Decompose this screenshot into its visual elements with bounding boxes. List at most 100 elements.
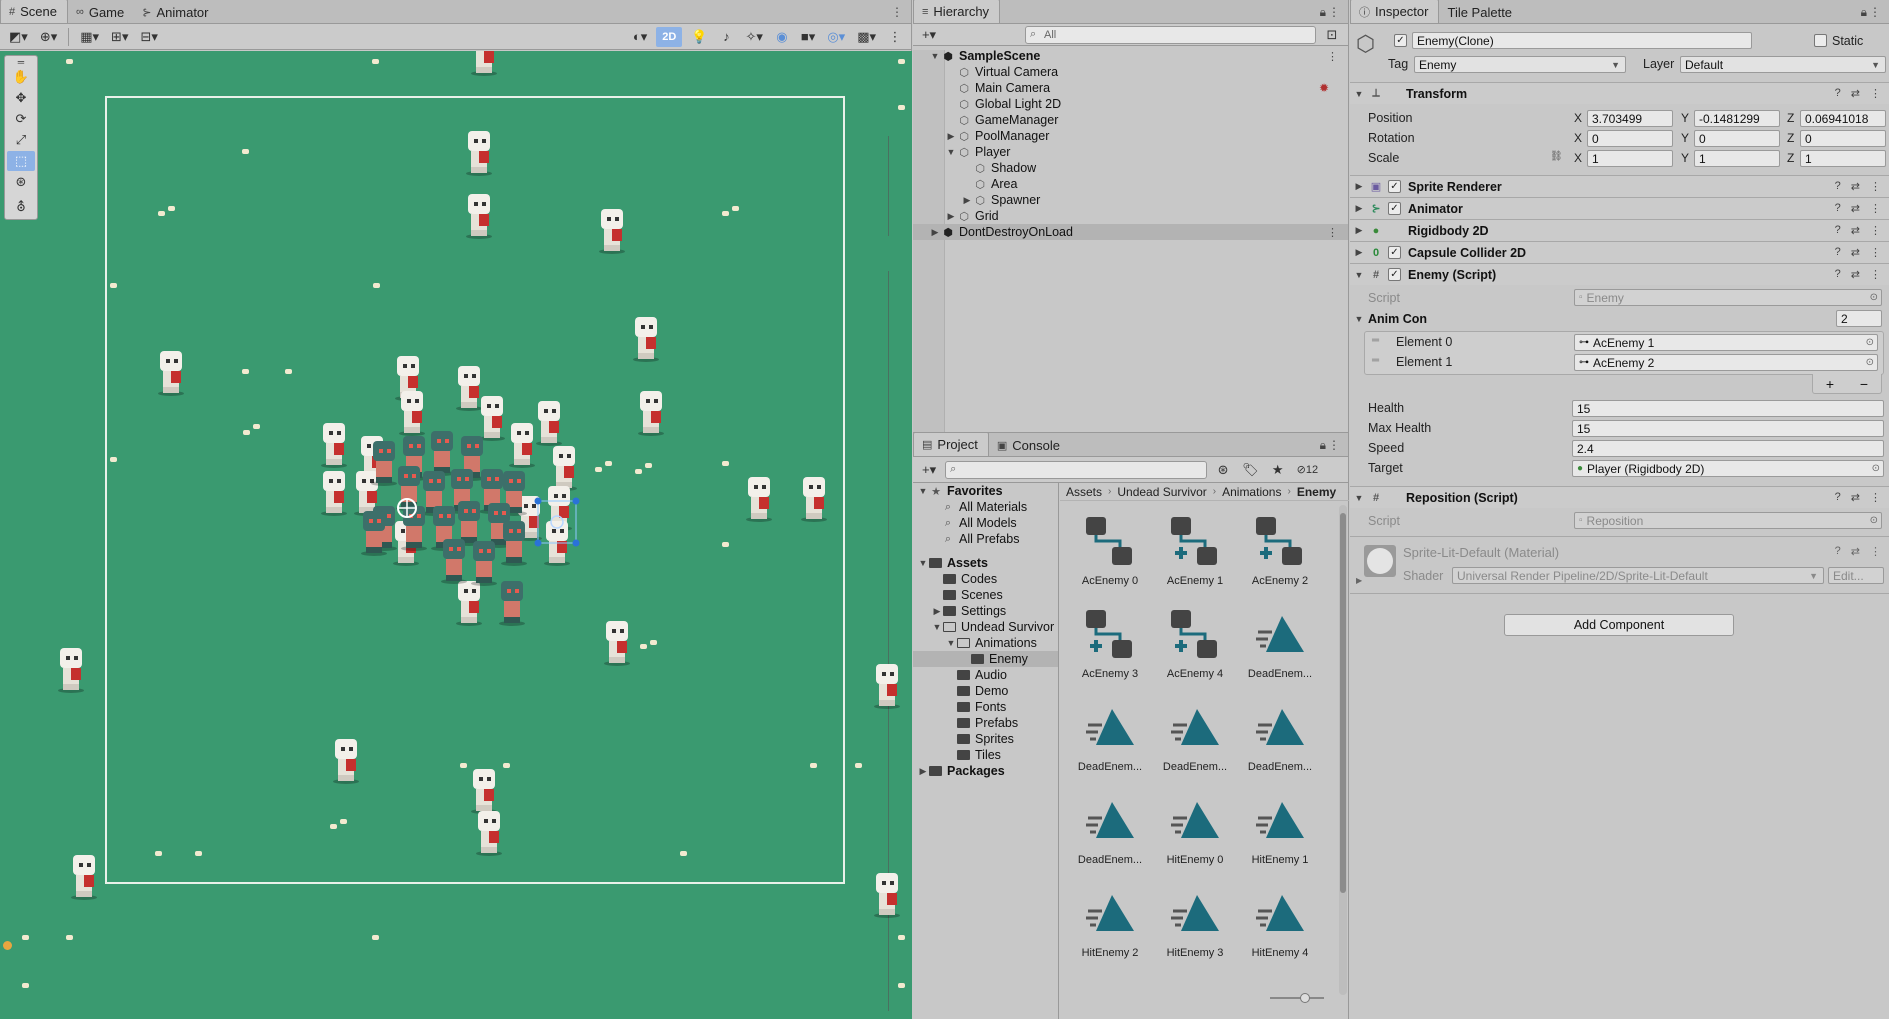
tag-dropdown[interactable]: Enemy ▼ — [1414, 56, 1626, 73]
row-menu-icon[interactable]: ⋮ — [1327, 50, 1338, 63]
hierarchy-item[interactable]: ▶ ⬡ PoolManager — [913, 128, 1348, 144]
scene-viewport[interactable]: ═ ✋ ✥ ⟳ ⤢ ⬚ ⊛ ⛢ — [0, 51, 912, 1019]
component-menu-icon[interactable]: ⋮ — [1870, 224, 1881, 237]
hierarchy-item[interactable]: ⬡ Main Camera ✹ — [913, 80, 1348, 96]
expand-icon[interactable]: ▶ — [917, 766, 929, 777]
tab-tile-palette[interactable]: Tile Palette — [1439, 1, 1522, 23]
folder-item[interactable]: Demo — [913, 683, 1058, 699]
expand-icon[interactable]: ▼ — [917, 558, 929, 568]
skeleton-sprite[interactable] — [535, 401, 563, 446]
preset-icon[interactable]: ⇄ — [1851, 268, 1860, 281]
hand-tool-icon[interactable]: ✋ — [7, 67, 35, 87]
preset-icon[interactable]: ⇄ — [1851, 246, 1860, 259]
component-menu-icon[interactable]: ⋮ — [1870, 180, 1881, 193]
asset-item[interactable] — [1153, 974, 1237, 988]
packages-row[interactable]: ▶ Packages — [913, 763, 1058, 779]
scale-tool-icon[interactable]: ⤢ — [7, 130, 35, 150]
expand-icon[interactable]: ▶ — [1350, 247, 1368, 258]
folder-item[interactable]: Scenes — [913, 587, 1058, 603]
remove-element-button[interactable]: − — [1860, 376, 1868, 392]
skeleton-sprite[interactable] — [332, 739, 360, 784]
preset-icon[interactable]: ⇄ — [1851, 224, 1860, 237]
expand-icon[interactable]: ▼ — [1350, 270, 1368, 280]
skeleton-sprite[interactable] — [465, 194, 493, 239]
component-header[interactable]: ▶ ● Rigidbody 2D? ⇄ ⋮ — [1350, 219, 1889, 241]
folder-item[interactable]: Fonts — [913, 699, 1058, 715]
asset-item[interactable]: DeadEnem... — [1068, 788, 1152, 877]
skeleton-sprite[interactable] — [70, 855, 98, 900]
folder-item[interactable]: Sprites — [913, 731, 1058, 747]
expand-icon[interactable]: ▶ — [1350, 181, 1368, 192]
enabled-checkbox[interactable]: ✓ — [1388, 268, 1401, 281]
more-icon[interactable]: ⋮ — [1328, 5, 1340, 19]
help-icon[interactable]: ? — [1835, 246, 1841, 259]
component-header[interactable]: ▶ ▣ ✓ Sprite Renderer? ⇄ ⋮ — [1350, 175, 1889, 197]
more-icon[interactable]: ⋮ — [1869, 5, 1881, 19]
tab-hierarchy[interactable]: ≡ Hierarchy — [913, 0, 1001, 23]
expand-icon[interactable]: ▼ — [931, 622, 943, 632]
selection-gizmo[interactable] — [395, 471, 595, 571]
max-health-field[interactable]: 15 — [1572, 420, 1884, 437]
asset-scrollbar[interactable] — [1339, 505, 1347, 995]
axis-x-label[interactable]: X — [1574, 111, 1582, 125]
element-field[interactable]: ⊶ AcEnemy 2 ⊙ — [1574, 354, 1878, 371]
tab-inspector[interactable]: ⓘ Inspector — [1350, 0, 1440, 23]
slider-handle[interactable] — [1300, 993, 1310, 1003]
skeleton-sprite[interactable] — [455, 581, 483, 626]
folder-item[interactable]: Tiles — [913, 747, 1058, 763]
expand-icon[interactable]: ▶ — [945, 211, 957, 222]
expand-icon[interactable]: ▼ — [1350, 314, 1368, 324]
tab-game[interactable]: ∞ Game — [68, 1, 134, 23]
skeleton-sprite[interactable] — [320, 471, 348, 516]
hierarchy-item[interactable]: ⬡ Virtual Camera — [913, 64, 1348, 80]
rotate-tool-icon[interactable]: ⟳ — [7, 109, 35, 129]
asset-item[interactable]: AcEnemy 0 — [1068, 509, 1152, 598]
health-field[interactable]: 15 — [1572, 400, 1884, 417]
transform-header[interactable]: ▼ ⟂ Transform ? ⇄ ⋮ — [1350, 82, 1889, 104]
asset-item[interactable]: DeadEnem... — [1238, 695, 1322, 784]
hierarchy-item[interactable]: ▼ ⬡ Player — [913, 144, 1348, 160]
hidden-objects-icon[interactable]: ◉ — [772, 27, 792, 47]
asset-item[interactable]: HitEnemy 2 — [1068, 881, 1152, 970]
lock-icon[interactable]: 🔒︎ — [1320, 5, 1326, 20]
hierarchy-item[interactable]: ⬡ Shadow — [913, 160, 1348, 176]
folder-item[interactable]: Audio — [913, 667, 1058, 683]
transform-tool-icon[interactable]: ⊛ — [7, 172, 35, 192]
favorite-item[interactable]: ⌕ All Models — [913, 515, 1058, 531]
help-icon[interactable]: ? — [1835, 87, 1841, 100]
skeleton-sprite[interactable] — [57, 648, 85, 693]
favorite-item[interactable]: ⌕ All Prefabs — [913, 531, 1058, 547]
help-icon[interactable]: ? — [1835, 202, 1841, 215]
scene-menu-icon[interactable]: ⋮ — [885, 27, 905, 47]
skeleton-sprite[interactable] — [873, 664, 901, 709]
target-field[interactable]: ● Player (Rigidbody 2D) ⊙ — [1572, 460, 1884, 477]
expand-icon[interactable]: ▶ — [961, 195, 973, 206]
reposition-script-header[interactable]: ▼ # Reposition (Script) ? ⇄ ⋮ — [1350, 486, 1889, 508]
breadcrumb-item[interactable]: Assets — [1066, 485, 1102, 499]
icon-size-slider[interactable] — [1270, 993, 1324, 1003]
lighting-icon[interactable]: 💡 — [688, 27, 710, 47]
preset-icon[interactable]: ⇄ — [1851, 491, 1860, 504]
custom-tool-icon[interactable]: ⛢ — [7, 197, 35, 217]
axis-z-label[interactable]: Z — [1787, 151, 1794, 165]
expand-icon[interactable]: ▶ — [1350, 225, 1368, 236]
component-menu-icon[interactable]: ⋮ — [1870, 246, 1881, 259]
global-icon[interactable]: ⊕▾ — [37, 27, 60, 47]
favorite-item[interactable]: ⌕ All Materials — [913, 499, 1058, 515]
search-options-icon[interactable]: ⊡ — [1322, 25, 1342, 45]
search-by-type-icon[interactable]: ⊛ — [1213, 460, 1233, 480]
hierarchy-item[interactable]: ⬡ Global Light 2D — [913, 96, 1348, 112]
component-menu-icon[interactable]: ⋮ — [1870, 491, 1881, 504]
favorite-icon[interactable]: ★ — [1268, 460, 1288, 480]
hierarchy-item[interactable]: ▶ ⬡ Grid — [913, 208, 1348, 224]
rotation-z-field[interactable]: 0 — [1800, 130, 1886, 147]
asset-item[interactable] — [1238, 974, 1322, 988]
axis-x-label[interactable]: X — [1574, 131, 1582, 145]
asset-item[interactable]: AcEnemy 3 — [1068, 602, 1152, 691]
rect-tool-icon[interactable]: ⬚ — [7, 151, 35, 171]
tab-animator[interactable]: ⊱ Animator — [134, 1, 218, 23]
folder-item[interactable]: Enemy — [913, 651, 1058, 667]
rotation-y-field[interactable]: 0 — [1694, 130, 1780, 147]
move-tool-icon[interactable]: ✥ — [7, 88, 35, 108]
expand-icon[interactable]: ▶ — [1350, 203, 1368, 214]
